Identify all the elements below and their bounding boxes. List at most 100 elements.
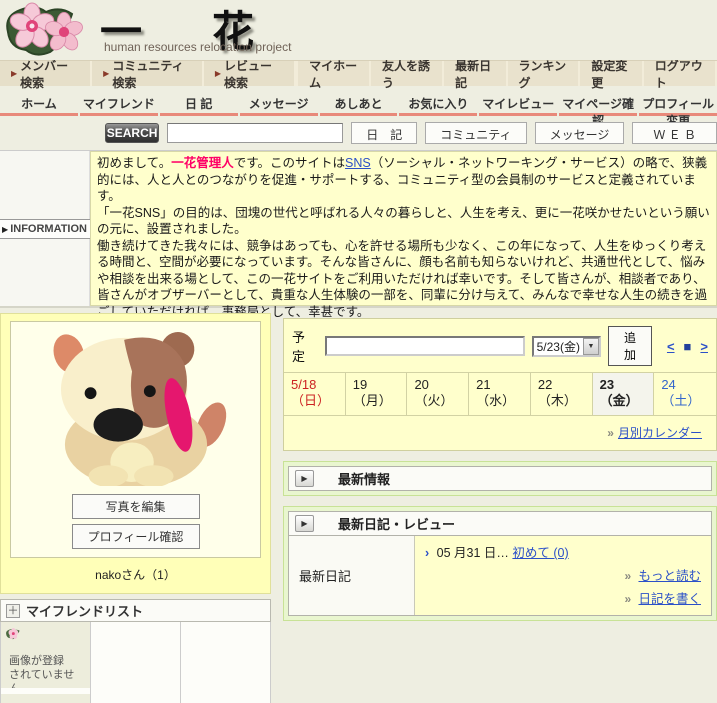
friend-cell[interactable]: 画像が登録 されていません [1,622,91,703]
nav-label: コミュニティ検索 [112,58,184,90]
expand-arrow-icon[interactable]: ▶ [295,470,314,487]
nav-label: 友人を誘う [381,58,430,90]
site-subtitle: human resources relocation project [104,40,292,54]
read-more-link[interactable]: もっと読む [638,569,701,583]
left-column: 写真を編集 プロフィール確認 nakoさん（1） ＋ マイフレンドリスト 画像が… [0,313,271,703]
nav-ranking[interactable]: ランキング [507,59,581,90]
day-cell-sunday[interactable]: 5/18 （日） [284,373,346,415]
nav-invite-friend[interactable]: 友人を誘う [370,59,445,90]
friend-cell-empty [91,622,181,703]
tab-message[interactable]: メッセージ [239,90,318,116]
selected-date: 5/23(金) [536,339,580,354]
entry-arrow-icon: › [425,546,430,560]
schedule-date-select[interactable]: 5/23(金) ▼ [531,335,601,357]
link-arrow-icon: » [607,425,614,440]
schedule-footer: » 月別カレンダー [284,416,716,450]
schedule-label: 予定 [292,330,306,364]
day-cell-friday-today[interactable]: 23 （金） [592,373,655,415]
nav-label: メンバー検索 [20,58,69,90]
latest-info-section: ▶ 最新情報 [283,461,717,496]
nav-member-search[interactable]: ▶ メンバー検索 [0,59,93,90]
entry-title-link[interactable]: 初めて (0) [512,546,568,560]
search-button[interactable]: SEARCH [105,123,160,143]
tab-myreview[interactable]: マイレビュー [479,90,558,116]
day-cell-saturday[interactable]: 24 （土） [654,373,716,415]
dog-avatar-image [17,328,254,488]
nav-arrow-icon: ▶ [214,69,222,78]
edit-photo-button[interactable]: 写真を編集 [71,494,200,519]
nav-review-search[interactable]: ▶ レビュー検索 [204,59,297,90]
primary-nav: ▶ メンバー検索 ▶ コミュニティ検索 ▶ レビュー検索 マイホーム 友人を誘う… [0,59,717,90]
flower-logo-icon [6,2,83,56]
myfriend-list-title: マイフレンドリスト [26,604,144,619]
nav-arrow-icon: ▶ [11,69,18,78]
information-label[interactable]: ▶ INFORMATION [0,218,93,239]
nav-community-search[interactable]: ▶ コミュニティ検索 [92,59,204,90]
information-paragraph-1: 初めまして。一花管理人です。このサイトはSNS（ソーシャル・ネットワーキング・サ… [97,156,708,203]
tab-profile-change[interactable]: プロフィール変更 [639,90,717,128]
expand-arrow-icon[interactable]: ▶ [295,515,314,532]
add-schedule-button[interactable]: 追加 [607,326,652,366]
nav-logout[interactable]: ログアウト [643,59,717,90]
dropdown-arrow-icon[interactable]: ▼ [582,337,599,355]
current-week-icon[interactable]: ■ [684,339,692,354]
link-arrow-icon: » [624,569,631,583]
schedule-input[interactable] [324,336,525,356]
admin-name: 一花管理人 [171,156,234,170]
expand-plus-icon[interactable]: ＋ [6,603,20,618]
tab-favorites[interactable]: お気に入り [399,90,478,116]
nav-label: ランキング [518,58,567,90]
page: 一 花 human resources relocation project ▶… [0,0,717,703]
primary-nav-account-group: マイホーム 友人を誘う 最新日記 ランキング 設定変更 ログアウト [298,59,717,90]
tab-home[interactable]: ホーム [0,90,78,116]
nav-settings[interactable]: 設定変更 [580,59,644,90]
day-cell-tuesday[interactable]: 20 （火） [407,373,470,415]
nav-label: マイホーム [309,58,358,90]
tab-mypage-check[interactable]: マイページ確認 [559,90,638,128]
latest-info-bar: ▶ 最新情報 [288,466,712,491]
sns-link[interactable]: SNS [345,156,371,170]
day-cell-monday[interactable]: 19 （月） [346,373,408,415]
nav-myhome[interactable]: マイホーム [298,59,371,90]
day-cell-thursday[interactable]: 22 （木） [531,373,593,415]
monthly-calendar-link[interactable]: 月別カレンダー [618,424,702,441]
week-days-row: 5/18 （日） 19 （月） 20 （火） 21 （水） 22 （木） 23 … [284,372,716,416]
latest-diary-bar: ▶ 最新日記・レビュー [288,511,712,536]
search-scope-web-button[interactable]: Ｗ Ｅ Ｂ [632,122,717,144]
information-section: ▶ INFORMATION 初めまして。一花管理人です。このサイトはSNS（ソーシ… [0,150,717,319]
tab-myfriend[interactable]: マイフレンド [79,90,158,116]
profile-buttons: 写真を編集 プロフィール確認 [11,494,260,549]
search-scope-message-button[interactable]: メッセージ [534,122,625,144]
nav-label: 最新日記 [455,58,492,90]
right-column: 予定 5/23(金) ▼ 追加 < ■ > 5/18 （日） 19 （月） 20… [283,318,717,621]
information-arrow-icon: ▶ [2,224,9,234]
day-cell-wednesday[interactable]: 21 （水） [469,373,531,415]
information-side: ▶ INFORMATION [0,151,93,306]
nav-latest-diary[interactable]: 最新日記 [444,59,508,90]
tab-footprints[interactable]: あしあと [319,90,398,116]
search-scope-diary-button[interactable]: 日 記 [351,122,418,144]
write-diary-link[interactable]: 日記を書く [638,592,701,606]
tab-nav: ホーム マイフレンド 日 記 メッセージ あしあと お気に入り マイレビュー マ… [0,86,717,128]
latest-info-title: 最新情報 [338,472,391,487]
search-scope-community-button[interactable]: コミュニティ [425,122,527,144]
nav-arrow-icon: ▶ [103,69,110,78]
nav-label: 設定変更 [591,58,628,90]
profile-caption: nakoさん（1） [95,568,176,582]
confirm-profile-button[interactable]: プロフィール確認 [71,524,200,549]
latest-diary-body: 最新日記 › 05 月31 日… 初めて (0) » もっと読む » 日記を書く [288,536,712,616]
flower-placeholder-icon [6,627,20,640]
friend-cell-next [1,694,90,703]
next-week-link[interactable]: > [700,339,708,354]
search-bar: SEARCH 日 記 コミュニティ メッセージ Ｗ Ｅ Ｂ [0,116,717,150]
no-image-text: 画像が登録 されていません [1,648,90,695]
latest-diary-title: 最新日記・レビュー [338,517,456,532]
schedule-box: 予定 5/23(金) ▼ 追加 < ■ > 5/18 （日） 19 （月） 20… [283,318,717,451]
week-navigation: < ■ > [667,339,708,354]
search-input[interactable] [167,123,344,143]
latest-diary-section: ▶ 最新日記・レビュー 最新日記 › 05 月31 日… 初めて (0) » も… [283,506,717,621]
prev-week-link[interactable]: < [667,339,675,354]
tab-diary[interactable]: 日 記 [159,90,238,116]
profile-photo-frame: 写真を編集 プロフィール確認 [10,321,261,558]
nav-label: レビュー検索 [224,58,273,90]
